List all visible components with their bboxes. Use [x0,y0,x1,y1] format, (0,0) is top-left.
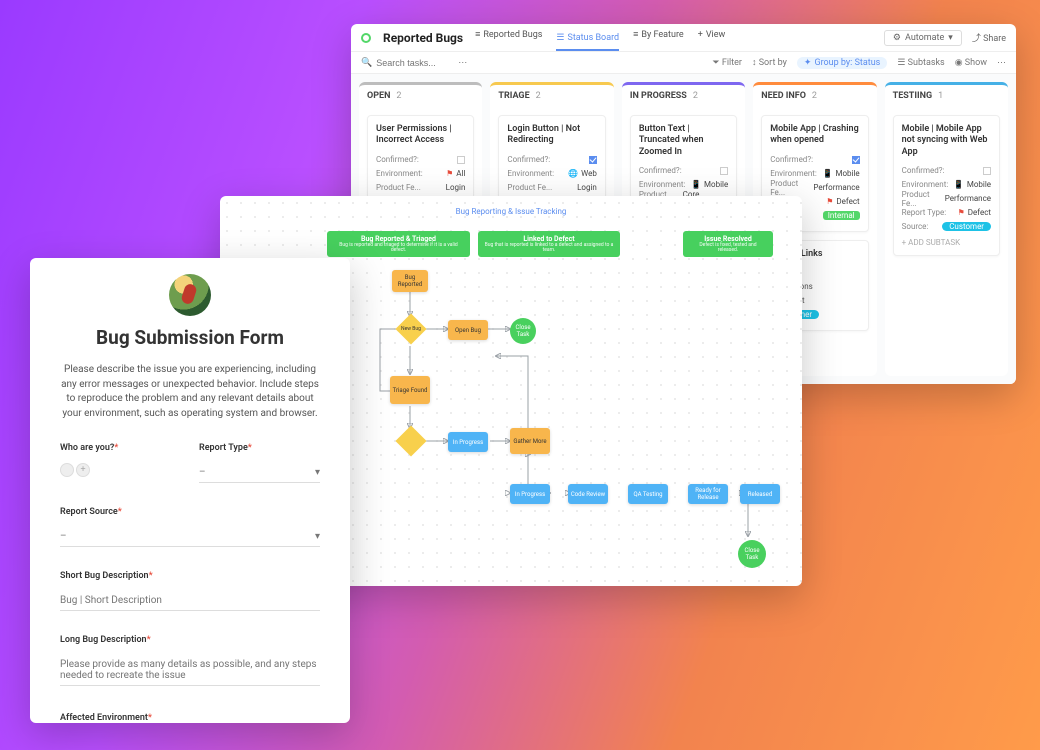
add-subtask-button[interactable]: + ADD SUBTASK [902,238,991,247]
node-in-progress[interactable]: In Progress [448,432,488,452]
checkbox-icon[interactable] [720,167,728,175]
node-step-qa[interactable]: QA Testing [628,484,668,504]
flag-icon: ⚑ [446,169,453,178]
mobile-icon: 📱 [954,180,964,189]
filter-button[interactable]: ⏷ Filter [712,58,742,68]
tab-reported-bugs[interactable]: ≡Reported Bugs [475,29,542,46]
tab-status-board[interactable]: ☰Status Board [556,33,619,51]
label-report-type: Report Type* [199,443,320,453]
group-by-button[interactable]: ✦ Group by: Status [797,57,887,69]
mobile-icon: 📱 [822,169,832,178]
node-triage-found[interactable]: Triage Found [390,376,430,404]
form-title: Bug Submission Form [60,326,320,349]
label-short-desc: Short Bug Description* [60,571,320,581]
card-mobile-sync[interactable]: Mobile | Mobile App not syncing with Web… [893,115,1000,256]
mobile-icon: 📱 [691,180,701,189]
report-type-select[interactable]: –▾ [199,463,320,483]
share-button[interactable]: ⤴ Share [972,31,1006,44]
chevron-down-icon: ▾ [948,33,953,43]
lane-linked: Linked to DefectBug that is reported is … [478,231,620,257]
long-description-input[interactable] [60,655,320,686]
more-icon[interactable]: ⋯ [458,58,467,68]
search-box[interactable]: 🔍 [361,58,448,68]
form-description: Please describe the issue you are experi… [60,363,320,421]
node-close-final[interactable]: Close Task [738,540,766,568]
source-tag: Customer [942,222,991,231]
card-login-button[interactable]: Login Button | Not Redirecting Confirmed… [498,115,605,204]
show-button[interactable]: ◉ Show [955,58,987,68]
lane-reported: Bug Reported & TriagedBug is reported an… [327,231,470,257]
avatar-icon [60,463,74,477]
label-long-desc: Long Bug Description* [60,635,320,645]
flag-icon: ⚑ [826,197,833,206]
globe-icon: 🌐 [568,169,578,178]
node-step-ready[interactable]: Ready for Release [688,484,728,504]
node-decision[interactable] [395,425,426,456]
header-actions: ⚙Automate▾ ⤴ Share [884,30,1006,46]
node-open-bug[interactable]: Open Bug [448,320,488,340]
node-close-task[interactable]: Close Task [510,318,536,344]
board-toolbar: 🔍 ⋯ ⏷ Filter ↕ Sort by ✦ Group by: Statu… [351,52,1016,74]
source-tag: Internal [823,211,860,220]
node-gather-more[interactable]: Gather More [510,428,550,454]
label-report-source: Report Source* [60,507,320,517]
label-affected-env: Affected Environment* [60,713,320,723]
subtasks-button[interactable]: ☰ Subtasks [897,58,944,68]
node-bug-reported[interactable]: Bug Reported [392,270,428,292]
flowchart-title: Bug Reporting & Issue Tracking [220,207,802,216]
column-testing: TESTIING1 Mobile | Mobile App not syncin… [885,82,1008,376]
node-new-bug[interactable]: New Bug [395,313,426,344]
node-step-inprogress[interactable]: In Progress [510,484,550,504]
people-picker[interactable]: + [60,463,181,477]
automate-button[interactable]: ⚙Automate▾ [884,30,962,46]
more-icon[interactable]: ⋯ [997,58,1006,68]
flag-icon: ⚑ [958,208,965,217]
bolt-icon: ⚙ [893,33,901,43]
chevron-down-icon: ▾ [315,531,320,542]
bug-submission-form: Bug Submission Form Please describe the … [30,258,350,723]
avatar [169,274,211,316]
checkbox-icon[interactable] [457,156,465,164]
view-tabs: ≡Reported Bugs ☰Status Board ≡By Feature… [475,29,725,46]
report-source-select[interactable]: –▾ [60,527,320,547]
tab-add-view[interactable]: +View [698,30,726,46]
checkbox-icon[interactable] [589,156,597,164]
add-person-icon[interactable]: + [76,463,90,477]
board-header: Reported Bugs ≡Reported Bugs ☰Status Boa… [351,24,1016,52]
short-description-input[interactable] [60,591,320,611]
search-input[interactable] [376,58,448,68]
checkbox-icon[interactable] [983,167,991,175]
board-title: Reported Bugs [383,31,463,45]
card-user-permissions[interactable]: User Permissions | Incorrect Access Conf… [367,115,474,204]
node-step-released[interactable]: Released [740,484,780,504]
chevron-down-icon: ▾ [315,467,320,478]
workspace-icon [361,33,371,43]
lane-resolved: Issue ResolvedDefect is fixed, tested an… [683,231,773,257]
search-icon: 🔍 [361,58,372,68]
tab-by-feature[interactable]: ≡By Feature [633,29,684,46]
label-who: Who are you?* [60,443,181,453]
checkbox-icon[interactable] [852,156,860,164]
node-step-code-review[interactable]: Code Review [568,484,608,504]
sort-button[interactable]: ↕ Sort by [752,57,787,68]
share-icon: ⤴ [972,34,981,44]
